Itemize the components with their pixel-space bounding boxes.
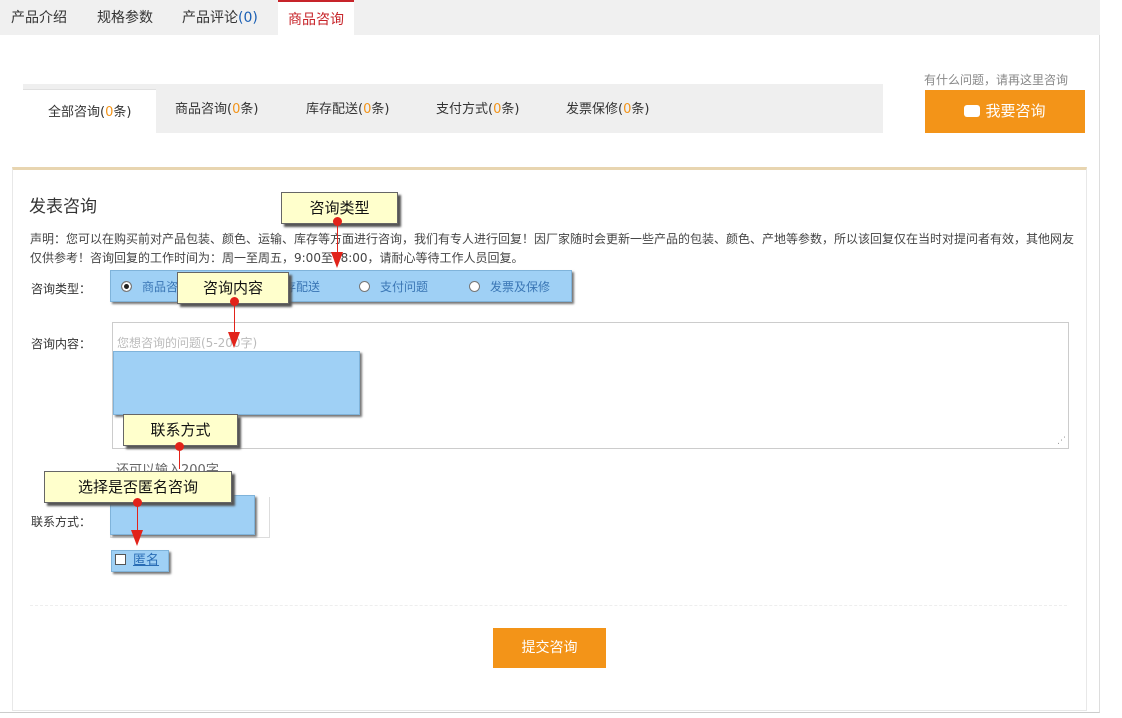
subtab-text: 条) [113, 105, 132, 120]
radio-icon [469, 281, 480, 292]
tab-label: 产品介绍 [11, 10, 67, 26]
subtab-product[interactable]: 商品咨询(0条) [175, 84, 258, 133]
pointer-line [234, 305, 235, 334]
option-label: 发票及保修 [490, 280, 551, 294]
subtab-text: 条) [631, 102, 650, 117]
checkbox-icon [115, 554, 126, 565]
type-label: 咨询类型： [31, 282, 92, 296]
radio-selected-icon [121, 281, 132, 292]
resize-grip-icon[interactable]: ⋰ [1057, 436, 1066, 446]
anonymous-label: 匿名 [133, 553, 160, 568]
pointer-arrow-icon [131, 530, 143, 546]
pointer-arrow-icon [228, 332, 240, 348]
subtab-text: 支付方式( [436, 102, 494, 117]
pointer-line [337, 225, 338, 254]
contact-label: 联系方式： [31, 515, 92, 529]
ask-question-button[interactable]: 我要咨询 [925, 90, 1085, 142]
subtab-text: 条) [371, 102, 390, 117]
ask-button-label: 我要咨询 [985, 102, 1046, 120]
subtab-text: 库存配送( [306, 102, 364, 117]
chat-bubble-icon [964, 99, 981, 142]
consult-filter-tabs: 全部咨询(0条) 商品咨询(0条) 库存配送(0条) 支付方式(0条) 发票保修… [23, 84, 883, 134]
subtab-text: 条) [501, 102, 520, 117]
subtab-all[interactable]: 全部咨询(0条) [23, 89, 157, 134]
tab-specs[interactable]: 规格参数 [97, 0, 153, 35]
anonymous-checkbox[interactable]: 匿名 [111, 550, 169, 572]
review-count: (0) [238, 10, 258, 26]
ask-hint-text: 有什么问题，请再这里咨询 [924, 73, 1069, 87]
pointer-arrow-icon [331, 252, 343, 268]
subtab-stock[interactable]: 库存配送(0条) [306, 84, 389, 133]
radio-icon [359, 281, 370, 292]
subtab-text: 商品咨询( [175, 102, 233, 117]
top-tab-bar: 产品介绍 规格参数 产品评论(0) 商品咨询 [0, 0, 1100, 35]
submit-consult-button[interactable]: 提交咨询 [493, 628, 606, 668]
tab-label: 产品评论 [182, 10, 238, 26]
tab-reviews[interactable]: 产品评论(0) [182, 0, 258, 35]
form-notice: 声明：您可以在购买前对产品包装、颜色、运输、库存等方面进行咨询，我们有专人进行回… [30, 232, 1075, 265]
type-option-payment[interactable]: 支付问题 [359, 278, 428, 295]
form-title: 发表咨询 [29, 197, 97, 217]
subtab-invoice[interactable]: 发票保修(0条) [566, 84, 649, 133]
tab-consult[interactable]: 商品咨询 [278, 0, 354, 35]
pointer-line [137, 506, 138, 532]
subtab-text: 发票保修( [566, 102, 624, 117]
tab-product-intro[interactable]: 产品介绍 [11, 0, 67, 35]
pointer-line [179, 450, 180, 469]
subtab-text: 全部咨询( [48, 105, 106, 120]
content-highlight [113, 351, 360, 415]
type-option-invoice[interactable]: 发票及保修 [469, 278, 550, 295]
option-label: 支付问题 [380, 280, 429, 294]
content-label: 咨询内容： [31, 337, 92, 351]
subtab-text: 条) [240, 102, 259, 117]
form-divider [30, 605, 1067, 606]
tab-label: 规格参数 [97, 10, 153, 26]
subtab-payment[interactable]: 支付方式(0条) [436, 84, 519, 133]
tab-label: 商品咨询 [288, 12, 344, 28]
